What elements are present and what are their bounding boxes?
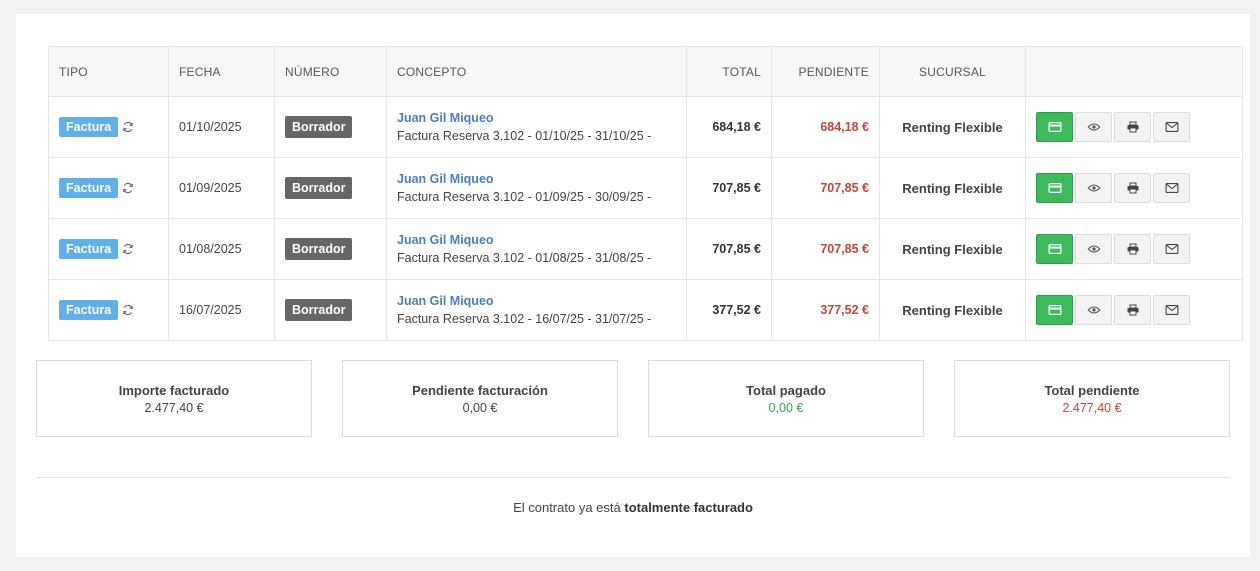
cell-fecha: 01/08/2025 (168, 218, 275, 280)
borrador-badge: Borrador (285, 238, 353, 260)
email-button[interactable] (1153, 234, 1190, 264)
table-row: Factura 01/10/2025 Borrador Juan Gil Miqueo… (48, 96, 1243, 158)
cell-tipo: Factura (48, 96, 169, 158)
cell-numero: Borrador (274, 96, 387, 158)
cell-actions (1025, 96, 1243, 158)
client-link[interactable]: Juan Gil Miqueo (397, 233, 676, 247)
recurring-icon (123, 243, 134, 255)
cell-pendiente: 707,85 € (771, 218, 880, 280)
cell-sucursal: Renting Flexible (879, 218, 1026, 280)
recurring-icon (123, 121, 134, 133)
cell-actions (1025, 218, 1243, 280)
view-button[interactable] (1075, 295, 1112, 325)
header-pendiente: PENDIENTE (771, 46, 880, 97)
cell-pendiente: 377,52 € (771, 279, 880, 341)
client-link[interactable]: Juan Gil Miqueo (397, 111, 676, 125)
print-button[interactable] (1114, 173, 1151, 203)
borrador-badge: Borrador (285, 177, 353, 199)
summary-title: Total pendiente (1044, 383, 1140, 398)
cell-total: 684,18 € (686, 96, 772, 158)
pay-button[interactable] (1036, 295, 1073, 325)
cell-tipo: Factura (48, 157, 169, 219)
table-row: Factura 01/09/2025 Borrador Juan Gil Miqueo… (48, 157, 1243, 219)
concept-description: Factura Reserva 3.102 - 01/08/25 - 31/08… (397, 251, 652, 265)
cell-tipo: Factura (48, 279, 169, 341)
table-header-row: TIPO FECHA NÚMERO CONCEPTO TOTAL PENDIEN… (48, 46, 1243, 97)
cell-tipo: Factura (48, 218, 169, 280)
cell-actions (1025, 157, 1243, 219)
summary-value: 2.477,40 € (144, 401, 204, 415)
recurring-icon (123, 304, 134, 316)
concept-description: Factura Reserva 3.102 - 16/07/25 - 31/07… (397, 312, 652, 326)
cell-sucursal: Renting Flexible (879, 157, 1026, 219)
divider (36, 477, 1230, 478)
summary-importe-facturado: Importe facturado 2.477,40 € (36, 360, 312, 437)
pay-button[interactable] (1036, 173, 1073, 203)
cell-concepto: Juan Gil Miqueo Factura Reserva 3.102 - 0… (386, 96, 687, 158)
factura-badge: Factura (59, 178, 119, 198)
cell-pendiente: 684,18 € (771, 96, 880, 158)
cell-sucursal: Renting Flexible (879, 96, 1026, 158)
cell-total: 707,85 € (686, 157, 772, 219)
view-button[interactable] (1075, 234, 1112, 264)
summary-title: Total pagado (746, 383, 826, 398)
summary-pendiente-facturacion: Pendiente facturación 0,00 € (342, 360, 618, 437)
print-button[interactable] (1114, 295, 1151, 325)
header-fecha: FECHA (168, 46, 275, 97)
concept-description: Factura Reserva 3.102 - 01/10/25 - 31/10… (397, 129, 652, 143)
cell-actions (1025, 279, 1243, 341)
view-button[interactable] (1075, 173, 1112, 203)
header-acciones (1025, 46, 1243, 97)
summary-title: Importe facturado (118, 383, 230, 398)
factura-badge: Factura (59, 300, 119, 320)
summary-total-pagado: Total pagado 0,00 € (648, 360, 924, 437)
cell-total: 377,52 € (686, 279, 772, 341)
invoices-panel: TIPO FECHA NÚMERO CONCEPTO TOTAL PENDIEN… (16, 14, 1250, 557)
email-button[interactable] (1153, 173, 1190, 203)
concept-description: Factura Reserva 3.102 - 01/09/25 - 30/09… (397, 190, 652, 204)
factura-badge: Factura (59, 239, 119, 259)
header-concepto: CONCEPTO (386, 46, 687, 97)
view-button[interactable] (1075, 112, 1112, 142)
billing-status-emphasis: totalmente facturado (624, 500, 753, 515)
table-row: Factura 16/07/2025 Borrador Juan Gil Miqueo… (48, 279, 1243, 341)
summary-value: 2.477,40 € (1062, 401, 1122, 415)
email-button[interactable] (1153, 295, 1190, 325)
summary-value: 0,00 € (768, 401, 804, 415)
header-total: TOTAL (686, 46, 772, 97)
invoices-table: TIPO FECHA NÚMERO CONCEPTO TOTAL PENDIEN… (48, 46, 1243, 341)
summary-value: 0,00 € (462, 401, 498, 415)
cell-pendiente: 707,85 € (771, 157, 880, 219)
summary-title: Pendiente facturación (412, 383, 548, 398)
cell-sucursal: Renting Flexible (879, 279, 1026, 341)
print-button[interactable] (1114, 234, 1151, 264)
billing-status-message: El contrato ya está totalmente facturado (16, 500, 1250, 515)
print-button[interactable] (1114, 112, 1151, 142)
cell-total: 707,85 € (686, 218, 772, 280)
cell-fecha: 01/09/2025 (168, 157, 275, 219)
cell-fecha: 01/10/2025 (168, 96, 275, 158)
cell-fecha: 16/07/2025 (168, 279, 275, 341)
billing-status-prefix: El contrato ya está (513, 500, 621, 515)
borrador-badge: Borrador (285, 116, 353, 138)
cell-concepto: Juan Gil Miqueo Factura Reserva 3.102 - 0… (386, 218, 687, 280)
cell-numero: Borrador (274, 157, 387, 219)
factura-badge: Factura (59, 117, 119, 137)
borrador-badge: Borrador (285, 299, 353, 321)
client-link[interactable]: Juan Gil Miqueo (397, 294, 676, 308)
cell-concepto: Juan Gil Miqueo Factura Reserva 3.102 - 0… (386, 157, 687, 219)
cell-numero: Borrador (274, 279, 387, 341)
pay-button[interactable] (1036, 234, 1073, 264)
summary-total-pendiente: Total pendiente 2.477,40 € (954, 360, 1230, 437)
cell-numero: Borrador (274, 218, 387, 280)
header-sucursal: SUCURSAL (879, 46, 1026, 97)
header-tipo: TIPO (48, 46, 169, 97)
cell-concepto: Juan Gil Miqueo Factura Reserva 3.102 - 1… (386, 279, 687, 341)
client-link[interactable]: Juan Gil Miqueo (397, 172, 676, 186)
pay-button[interactable] (1036, 112, 1073, 142)
table-row: Factura 01/08/2025 Borrador Juan Gil Miqueo… (48, 218, 1243, 280)
recurring-icon (123, 182, 134, 194)
header-numero: NÚMERO (274, 46, 387, 97)
email-button[interactable] (1153, 112, 1190, 142)
